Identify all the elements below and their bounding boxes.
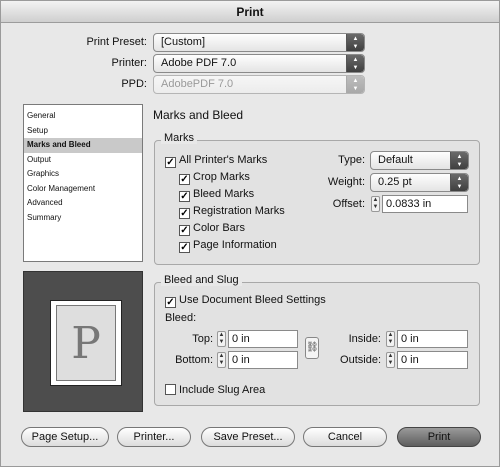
print-button[interactable]: Print	[397, 427, 481, 447]
bleed-top-stepper-icon[interactable]: ▲ ▼	[217, 331, 226, 347]
link-chain-icon[interactable]: ⛓	[305, 337, 319, 359]
printer-label: Printer:	[111, 57, 147, 69]
save-preset-button[interactable]: Save Preset...	[201, 427, 295, 447]
use-document-bleed-label: Use Document Bleed Settings	[179, 294, 326, 306]
bleed-top-field[interactable]: 0 in	[228, 330, 298, 348]
bleed-top-label: Top:	[192, 333, 213, 345]
printer-value: Adobe PDF 7.0	[161, 57, 237, 69]
checkbox-checked-icon: ✓	[179, 208, 190, 219]
offset-label: Offset:	[332, 198, 365, 210]
bleed-inside-label: Inside:	[348, 333, 381, 345]
checkbox-checked-icon: ✓	[165, 157, 176, 168]
preview-page: P	[50, 300, 122, 386]
use-document-bleed-checkbox[interactable]: ✓ Use Document Bleed Settings	[165, 293, 326, 308]
checkbox-unchecked-icon	[165, 384, 176, 395]
print-dialog: Print Print Preset: [Custom] ▲ ▼ Printer:…	[0, 0, 500, 467]
all-printers-marks-label: All Printer's Marks	[179, 154, 268, 166]
ppd-select: AdobePDF 7.0 ▲ ▼	[153, 75, 365, 94]
offset-stepper-icon[interactable]: ▲ ▼	[371, 196, 380, 212]
select-arrows-icon: ▲ ▼	[346, 76, 364, 93]
preview-page-area: P	[56, 305, 116, 381]
bleed-label: Bleed:	[165, 312, 197, 324]
type-label: Type:	[338, 154, 365, 166]
all-printers-marks-checkbox[interactable]: ✓ All Printer's Marks	[165, 153, 267, 168]
printer-select[interactable]: Adobe PDF 7.0 ▲ ▼	[153, 54, 365, 73]
crop-marks-label: Crop Marks	[193, 171, 250, 183]
cancel-button[interactable]: Cancel	[303, 427, 387, 447]
ppd-label: PPD:	[121, 78, 147, 90]
bleed-bottom-stepper-icon[interactable]: ▲ ▼	[217, 352, 226, 368]
bleed-bottom-label: Bottom:	[175, 354, 213, 366]
category-general[interactable]: General	[24, 109, 142, 124]
bleed-inside-field[interactable]: 0 in	[397, 330, 468, 348]
category-advanced[interactable]: Advanced	[24, 196, 142, 211]
category-setup[interactable]: Setup	[24, 124, 142, 139]
weight-value: 0.25 pt	[378, 176, 412, 188]
ppd-value: AdobePDF 7.0	[161, 78, 234, 90]
select-arrows-icon: ▲ ▼	[346, 55, 364, 72]
checkbox-checked-icon: ✓	[179, 191, 190, 202]
preview-letter: P	[71, 318, 101, 369]
select-arrows-icon: ▲ ▼	[450, 152, 468, 169]
bleed-slug-group-title: Bleed and Slug	[161, 274, 242, 286]
bleed-marks-checkbox[interactable]: ✓ Bleed Marks	[179, 187, 254, 202]
select-arrows-icon: ▲ ▼	[450, 174, 468, 191]
checkbox-checked-icon: ✓	[165, 297, 176, 308]
bleed-inside-stepper-icon[interactable]: ▲ ▼	[386, 331, 395, 347]
marks-group-title: Marks	[161, 132, 197, 144]
type-select[interactable]: Default ▲ ▼	[370, 151, 469, 170]
bleed-outside-label: Outside:	[340, 354, 381, 366]
category-summary[interactable]: Summary	[24, 211, 142, 226]
checkbox-checked-icon: ✓	[179, 174, 190, 185]
panel-title: Marks and Bleed	[153, 108, 244, 122]
color-bars-label: Color Bars	[193, 222, 245, 234]
category-list[interactable]: General Setup Marks and Bleed Output Gra…	[23, 104, 143, 262]
crop-marks-checkbox[interactable]: ✓ Crop Marks	[179, 170, 250, 185]
registration-marks-checkbox[interactable]: ✓ Registration Marks	[179, 204, 285, 219]
page-information-checkbox[interactable]: ✓ Page Information	[179, 238, 277, 253]
category-graphics[interactable]: Graphics	[24, 167, 142, 182]
category-marks-and-bleed[interactable]: Marks and Bleed	[24, 138, 142, 153]
registration-marks-label: Registration Marks	[193, 205, 285, 217]
offset-field[interactable]: 0.0833 in	[382, 195, 468, 213]
type-value: Default	[378, 154, 413, 166]
category-color-management[interactable]: Color Management	[24, 182, 142, 197]
page-preview: P	[23, 271, 143, 412]
bleed-outside-field[interactable]: 0 in	[397, 351, 468, 369]
checkbox-checked-icon: ✓	[179, 225, 190, 236]
print-preset-value: [Custom]	[161, 36, 206, 48]
weight-label: Weight:	[327, 176, 365, 188]
bleed-bottom-field[interactable]: 0 in	[228, 351, 298, 369]
color-bars-checkbox[interactable]: ✓ Color Bars	[179, 221, 245, 236]
select-arrows-icon: ▲ ▼	[346, 34, 364, 51]
print-preset-select[interactable]: [Custom] ▲ ▼	[153, 33, 365, 52]
page-setup-button[interactable]: Page Setup...	[21, 427, 109, 447]
weight-select[interactable]: 0.25 pt ▲ ▼	[370, 173, 469, 192]
category-output[interactable]: Output	[24, 153, 142, 168]
printer-button[interactable]: Printer...	[117, 427, 191, 447]
bleed-outside-stepper-icon[interactable]: ▲ ▼	[386, 352, 395, 368]
checkbox-checked-icon: ✓	[179, 242, 190, 253]
bleed-marks-label: Bleed Marks	[193, 188, 255, 200]
window-title: Print	[1, 1, 499, 23]
include-slug-checkbox[interactable]: Include Slug Area	[165, 383, 265, 397]
include-slug-label: Include Slug Area	[179, 384, 266, 396]
page-information-label: Page Information	[193, 239, 277, 251]
print-preset-label: Print Preset:	[86, 36, 147, 48]
